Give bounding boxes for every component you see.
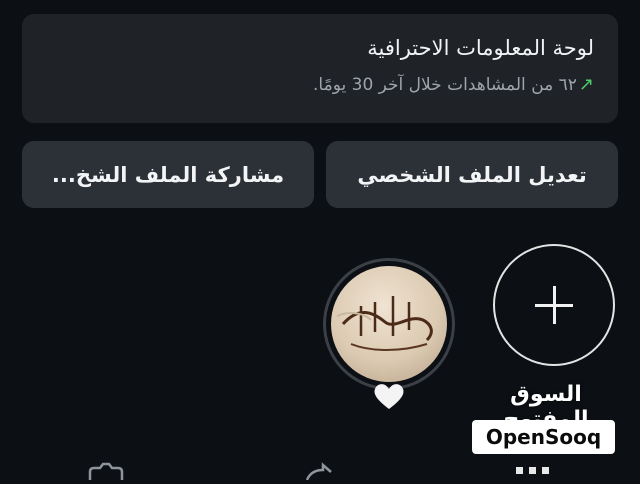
professional-dashboard-card[interactable]: لوحة المعلومات الاحترافية ↗٦٢ من المشاهد… [22, 14, 618, 123]
more-options-icon[interactable] [514, 463, 552, 477]
share-icon[interactable] [303, 462, 333, 484]
add-highlight-button[interactable] [493, 244, 615, 366]
arrow-up-right-icon: ↗ [578, 74, 594, 95]
watermark-logo: OpenSooq [472, 420, 615, 454]
calligraphy-artwork [336, 296, 433, 351]
dashboard-views-summary: ↗٦٢ من المشاهدات خلال آخر 30 يومًا. [46, 73, 594, 97]
highlight-calligraphy-image[interactable] [331, 266, 447, 382]
dashboard-title: لوحة المعلومات الاحترافية [367, 36, 594, 60]
camera-icon[interactable] [86, 462, 126, 484]
share-profile-button[interactable]: مشاركة الملف الشخ... [22, 141, 314, 208]
views-summary-text: ٦٢ من المشاهدات خلال آخر 30 يومًا. [313, 75, 577, 95]
edit-profile-button[interactable]: تعديل الملف الشخصي [326, 141, 618, 208]
heart-icon [372, 381, 406, 411]
